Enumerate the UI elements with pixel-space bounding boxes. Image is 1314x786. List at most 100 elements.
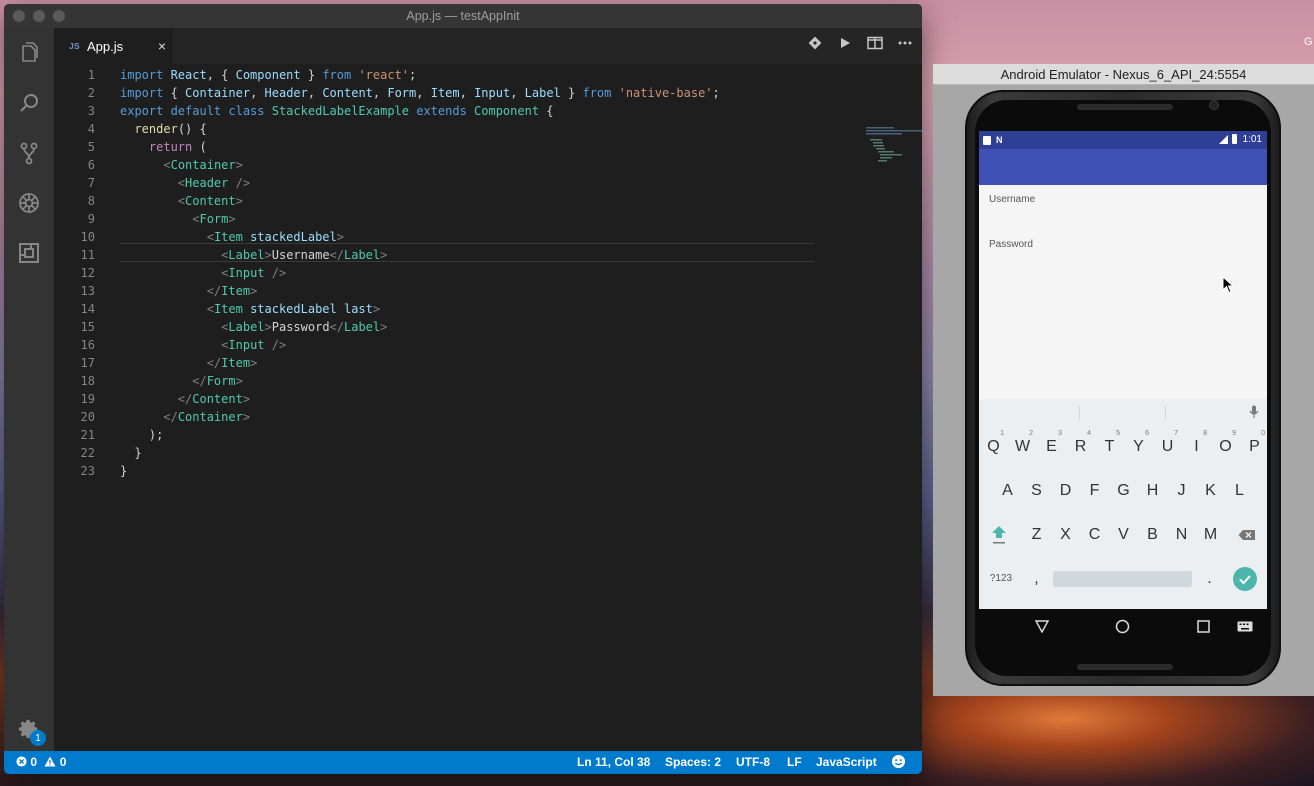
- comma-key[interactable]: ,: [1022, 559, 1051, 599]
- code-token: >: [242, 392, 251, 406]
- code-line[interactable]: 13 </Item>: [54, 282, 814, 300]
- explorer-icon[interactable]: [16, 40, 42, 66]
- key-g[interactable]: G: [1109, 471, 1138, 511]
- search-icon[interactable]: [16, 90, 42, 116]
- problems-indicator[interactable]: 0 0: [16, 755, 66, 769]
- code-line[interactable]: 19 </Content>: [54, 390, 814, 408]
- run-icon[interactable]: [836, 36, 854, 53]
- code-line[interactable]: 22 }: [54, 444, 814, 462]
- key-k[interactable]: K: [1196, 471, 1225, 511]
- code-line[interactable]: 20 </Container>: [54, 408, 814, 426]
- code-token: Username: [271, 248, 330, 262]
- more-actions-icon[interactable]: [896, 36, 914, 53]
- key-y[interactable]: Y6: [1124, 427, 1153, 467]
- code-line[interactable]: 4 render() {: [54, 120, 814, 138]
- key-t[interactable]: T5: [1095, 427, 1124, 467]
- symbols-key[interactable]: ?123: [984, 559, 1018, 599]
- code-line[interactable]: 2 import { Container, Header, Content, Fo…: [54, 84, 814, 102]
- key-m[interactable]: M: [1196, 515, 1225, 555]
- code-line[interactable]: 15 <Label>Password</Label>: [54, 318, 814, 336]
- code-token: }: [120, 464, 128, 478]
- key-hint: 2: [1029, 430, 1033, 437]
- key-d[interactable]: D: [1051, 471, 1080, 511]
- shift-key[interactable]: [984, 515, 1013, 555]
- code-line[interactable]: 12 <Input />: [54, 264, 814, 282]
- code-editor[interactable]: 1 import React, { Component } from 'react…: [54, 64, 922, 751]
- code-token: />: [235, 176, 251, 190]
- minimap[interactable]: [864, 126, 922, 170]
- code-line[interactable]: 3 export default class StackedLabelExampl…: [54, 102, 814, 120]
- language-mode[interactable]: JavaScript: [816, 755, 877, 769]
- code-line[interactable]: 10 <Item stackedLabel>: [54, 228, 814, 246]
- key-x[interactable]: X: [1051, 515, 1080, 555]
- code-line[interactable]: 11 <Label>Username</Label>: [54, 246, 814, 264]
- recents-icon[interactable]: [1197, 620, 1210, 633]
- key-r[interactable]: R4: [1066, 427, 1095, 467]
- key-l[interactable]: L: [1225, 471, 1254, 511]
- code-line[interactable]: 23}: [54, 462, 814, 480]
- username-input[interactable]: [989, 209, 1257, 237]
- enter-key[interactable]: [1233, 567, 1257, 591]
- code-line[interactable]: 1 import React, { Component } from 'react…: [54, 66, 814, 84]
- key-q[interactable]: Q1: [979, 427, 1008, 467]
- key-a[interactable]: A: [993, 471, 1022, 511]
- key-f[interactable]: F: [1080, 471, 1109, 511]
- phone-screen[interactable]: N 1:01 Username Password P0O9I8U7Y6T5R4E…: [979, 131, 1267, 609]
- minimize-window-button[interactable]: [33, 10, 45, 22]
- key-i[interactable]: I8: [1182, 427, 1211, 467]
- cursor-position[interactable]: Ln 11, Col 38: [577, 755, 650, 769]
- microphone-icon[interactable]: [1249, 405, 1259, 419]
- indentation-setting[interactable]: Spaces: 2: [665, 755, 721, 769]
- space-bar[interactable]: [1053, 571, 1192, 587]
- debug-icon[interactable]: [16, 190, 42, 216]
- smiley-feedback-icon[interactable]: [891, 754, 906, 772]
- split-editor-icon[interactable]: [866, 36, 884, 53]
- line-number: 18: [80, 374, 95, 388]
- password-input[interactable]: [989, 254, 1257, 282]
- maximize-window-button[interactable]: [53, 10, 65, 22]
- code-line[interactable]: 17 </Item>: [54, 354, 814, 372]
- code-token: ;: [409, 68, 417, 82]
- code-line[interactable]: 18 </Form>: [54, 372, 814, 390]
- backspace-key[interactable]: [1232, 515, 1261, 555]
- code-token: >: [372, 302, 381, 316]
- key-o[interactable]: O9: [1211, 427, 1240, 467]
- editor-tab-bar: JS App.js ×: [54, 28, 922, 64]
- key-p[interactable]: P0: [1240, 427, 1267, 467]
- key-v[interactable]: V: [1109, 515, 1138, 555]
- code-line[interactable]: 16 <Input />: [54, 336, 814, 354]
- back-icon[interactable]: [1035, 620, 1049, 633]
- code-line[interactable]: 8 <Content>: [54, 192, 814, 210]
- key-h[interactable]: H: [1138, 471, 1167, 511]
- code-line[interactable]: 14 <Item stackedLabel last>: [54, 300, 814, 318]
- close-window-button[interactable]: [13, 10, 25, 22]
- code-line[interactable]: 9 <Form>: [54, 210, 814, 228]
- open-changes-icon[interactable]: [806, 36, 824, 53]
- desktop-wallpaper: [900, 690, 1314, 786]
- period-key[interactable]: .: [1195, 559, 1224, 599]
- tab-close-icon[interactable]: ×: [158, 38, 166, 54]
- extensions-icon[interactable]: [16, 240, 42, 266]
- source-control-icon[interactable]: [16, 140, 42, 166]
- key-b[interactable]: B: [1138, 515, 1167, 555]
- key-u[interactable]: U7: [1153, 427, 1182, 467]
- key-w[interactable]: W2: [1008, 427, 1037, 467]
- tab-app-js[interactable]: JS App.js ×: [54, 28, 173, 64]
- code-line[interactable]: 5 return (: [54, 138, 814, 156]
- key-j[interactable]: J: [1167, 471, 1196, 511]
- home-icon[interactable]: [1115, 619, 1130, 634]
- eol-setting[interactable]: LF: [787, 755, 802, 769]
- key-z[interactable]: Z: [1022, 515, 1051, 555]
- encoding-setting[interactable]: UTF-8: [736, 755, 770, 769]
- key-n[interactable]: N: [1167, 515, 1196, 555]
- keyboard-switch-icon[interactable]: [1237, 621, 1253, 632]
- key-c[interactable]: C: [1080, 515, 1109, 555]
- code-line[interactable]: 7 <Header />: [54, 174, 814, 192]
- code-line[interactable]: 21 );: [54, 426, 814, 444]
- code-token: </: [177, 392, 193, 406]
- key-e[interactable]: E3: [1037, 427, 1066, 467]
- code-line[interactable]: 6 <Container>: [54, 156, 814, 174]
- key-s[interactable]: S: [1022, 471, 1051, 511]
- keyboard-row-1: P0O9I8U7Y6T5R4E3W2Q1: [979, 427, 1267, 467]
